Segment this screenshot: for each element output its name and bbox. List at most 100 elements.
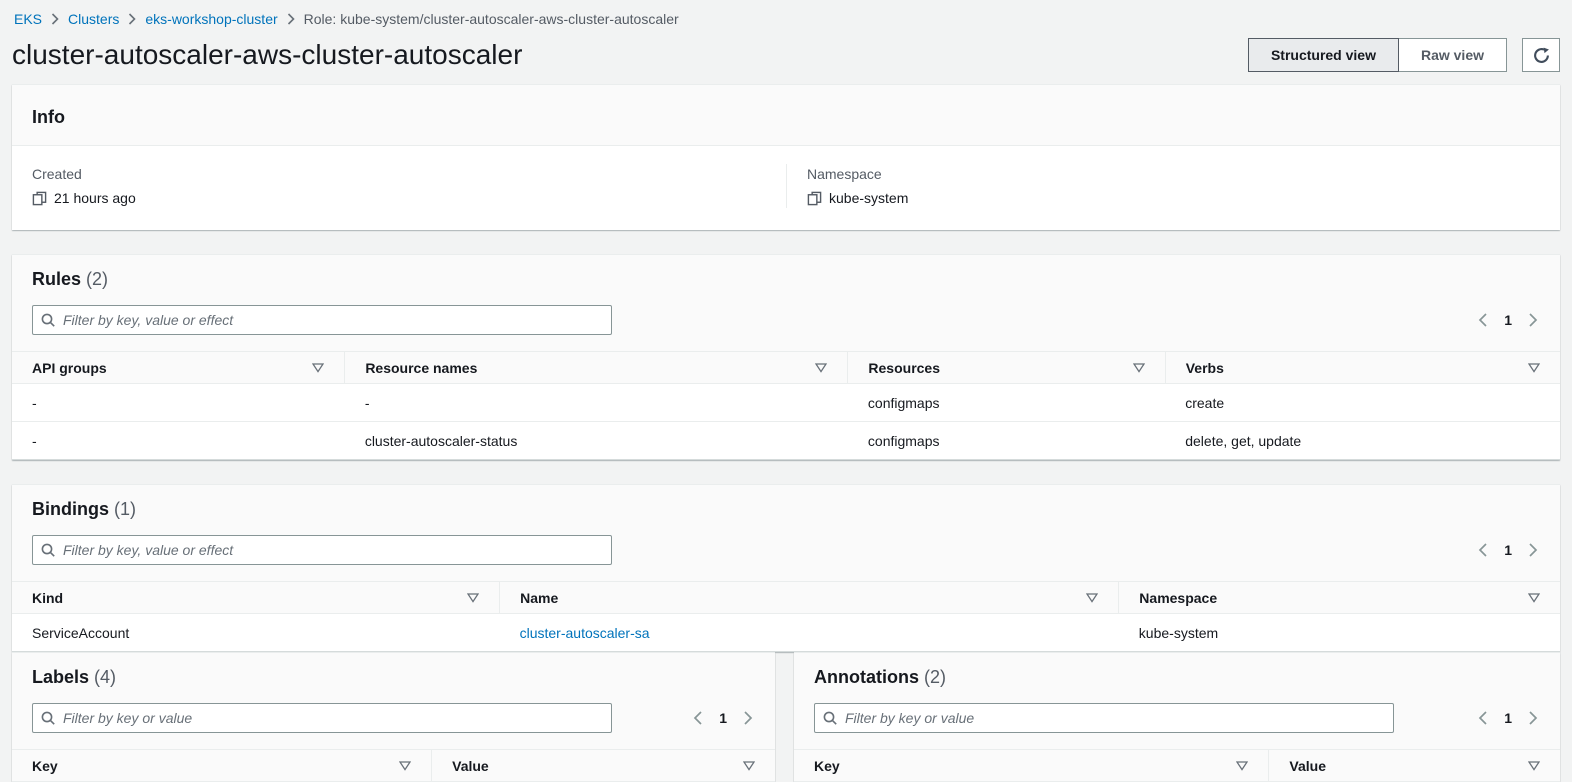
labels-filter-input[interactable] [32,703,612,733]
column-header-resources[interactable]: Resources [848,352,1165,384]
copy-icon[interactable] [807,191,822,206]
rules-count: (2) [86,269,108,289]
structured-view-button[interactable]: Structured view [1248,38,1399,72]
table-row: - - configmaps create [12,384,1560,422]
labels-table: Key Value [12,749,775,782]
page-header: cluster-autoscaler-aws-cluster-autoscale… [0,27,1572,72]
view-toggle: Structured view Raw view [1248,38,1507,72]
page-number[interactable]: 1 [719,710,727,726]
column-header-value[interactable]: Value [1269,750,1560,782]
info-panel-content: Created 21 hours ago Namespace [12,146,1560,230]
column-header-resource-names[interactable]: Resource names [345,352,848,384]
labels-pagination: 1 [693,710,755,726]
cell-resource-names: cluster-autoscaler-status [345,422,848,460]
created-label: Created [32,164,766,184]
column-header-name[interactable]: Name [500,582,1119,614]
bottom-row: Labels (4) 1 Ke [12,652,1560,782]
info-field-namespace: Namespace kube-system [786,164,1560,208]
next-page-button[interactable] [1528,710,1538,726]
column-filter-icon[interactable] [743,761,755,771]
annotations-count: (2) [924,667,946,687]
info-title: Info [32,105,1540,129]
page-number[interactable]: 1 [1504,542,1512,558]
bindings-toolbar: 1 [12,521,1560,581]
cell-kind: ServiceAccount [12,614,500,652]
info-panel: Info Created 21 hours ago Namespace [12,84,1560,230]
cell-namespace: kube-system [1119,614,1560,652]
column-header-verbs[interactable]: Verbs [1165,352,1560,384]
annotations-filter-input[interactable] [814,703,1394,733]
column-filter-icon[interactable] [1133,363,1145,373]
rules-table-header-row: API groups Resource names Resources Verb… [12,352,1560,384]
column-filter-icon[interactable] [1528,593,1540,603]
cell-resource-names: - [345,384,848,422]
column-filter-icon[interactable] [1528,761,1540,771]
column-filter-icon[interactable] [312,363,324,373]
rules-panel: Rules (2) 1 API groups Resource names Re… [12,254,1560,460]
column-header-namespace[interactable]: Namespace [1119,582,1560,614]
info-panel-header: Info [12,85,1560,146]
labels-title: Labels (4) [32,665,755,689]
cell-name: cluster-autoscaler-sa [500,614,1119,652]
breadcrumb-current: Role: kube-system/cluster-autoscaler-aws… [304,11,679,27]
cell-verbs: delete, get, update [1165,422,1560,460]
bindings-count: (1) [114,499,136,519]
column-filter-icon[interactable] [1528,363,1540,373]
column-header-key[interactable]: Key [794,750,1269,782]
column-filter-icon[interactable] [815,363,827,373]
bindings-filter-input[interactable] [32,535,612,565]
next-page-button[interactable] [1528,312,1538,328]
previous-page-button[interactable] [1478,312,1488,328]
column-filter-icon[interactable] [1236,761,1248,771]
cell-api-groups: - [12,422,345,460]
annotations-pagination: 1 [1478,710,1540,726]
refresh-button[interactable] [1522,38,1560,72]
created-value: 21 hours ago [54,188,136,208]
breadcrumb-link-cluster-name[interactable]: eks-workshop-cluster [145,11,277,27]
column-header-value[interactable]: Value [432,750,775,782]
rules-filter-input[interactable] [32,305,612,335]
refresh-icon [1533,47,1550,64]
labels-panel: Labels (4) 1 Ke [12,652,775,782]
breadcrumb-link-clusters[interactable]: Clusters [68,11,119,27]
column-header-api-groups[interactable]: API groups [12,352,345,384]
bindings-table-header-row: Kind Name Namespace [12,582,1560,614]
copy-icon[interactable] [32,191,47,206]
rules-title: Rules (2) [32,267,1540,291]
cell-verbs: create [1165,384,1560,422]
cell-api-groups: - [12,384,345,422]
chevron-right-icon [51,13,59,25]
column-header-key[interactable]: Key [12,750,432,782]
column-filter-icon[interactable] [399,761,411,771]
annotations-table: Key Value [794,749,1560,782]
annotations-toolbar: 1 [794,689,1560,749]
chevron-right-icon [128,13,136,25]
bindings-table: Kind Name Namespace ServiceAccount clust… [12,581,1560,652]
page-title: cluster-autoscaler-aws-cluster-autoscale… [12,38,522,72]
chevron-right-icon [287,13,295,25]
column-filter-icon[interactable] [1086,593,1098,603]
previous-page-button[interactable] [693,710,703,726]
cell-resources: configmaps [848,384,1165,422]
labels-toolbar: 1 [12,689,775,749]
annotations-panel: Annotations (2) 1 [794,652,1560,782]
rules-pagination: 1 [1478,312,1540,328]
breadcrumb: EKS Clusters eks-workshop-cluster Role: … [0,0,1572,27]
column-header-kind[interactable]: Kind [12,582,500,614]
breadcrumb-link-eks[interactable]: EKS [14,11,42,27]
cell-resources: configmaps [848,422,1165,460]
bindings-pagination: 1 [1478,542,1540,558]
previous-page-button[interactable] [1478,542,1488,558]
next-page-button[interactable] [743,710,753,726]
info-field-created: Created 21 hours ago [12,164,786,208]
page-number[interactable]: 1 [1504,312,1512,328]
bindings-panel: Bindings (1) 1 Kind Name Namespace [12,484,1560,652]
next-page-button[interactable] [1528,542,1538,558]
previous-page-button[interactable] [1478,710,1488,726]
page-number[interactable]: 1 [1504,710,1512,726]
header-actions: Structured view Raw view [1248,38,1560,72]
raw-view-button[interactable]: Raw view [1398,38,1507,72]
table-row: ServiceAccount cluster-autoscaler-sa kub… [12,614,1560,652]
service-account-link[interactable]: cluster-autoscaler-sa [520,625,650,641]
column-filter-icon[interactable] [467,593,479,603]
